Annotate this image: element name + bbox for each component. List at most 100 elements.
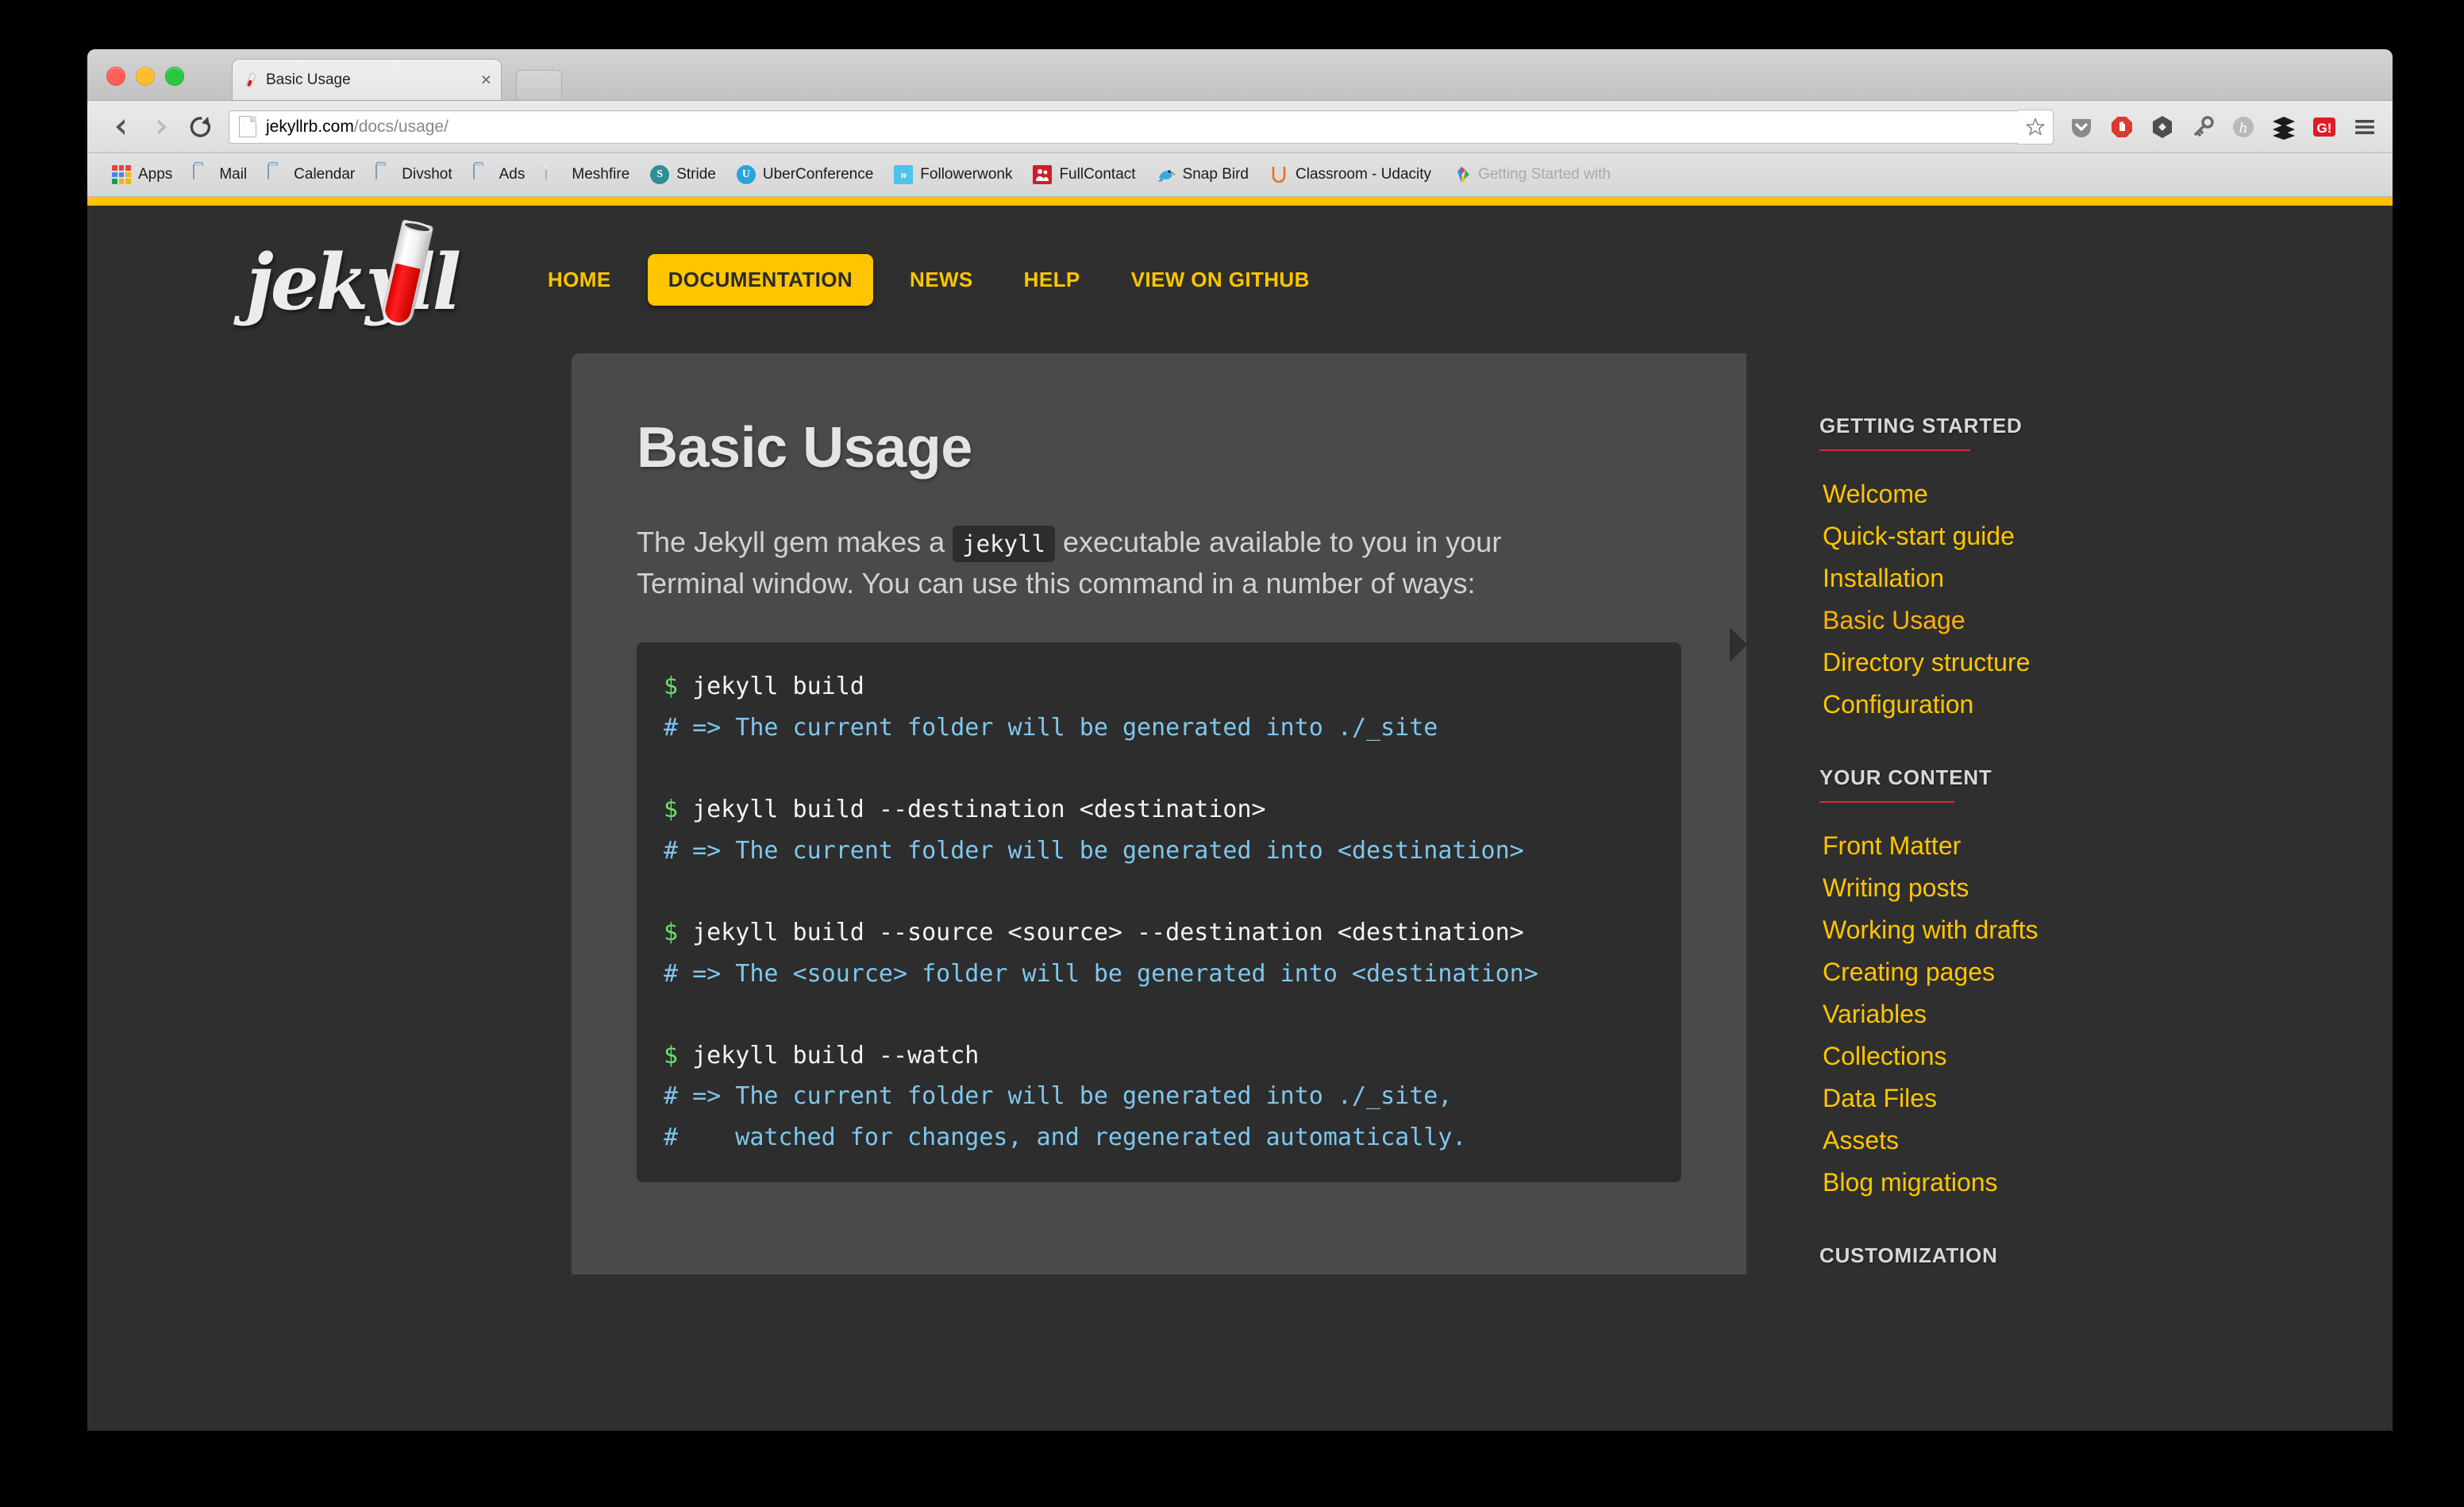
minimize-window-button[interactable] [136,67,155,86]
bookmark-label: Calendar [294,166,356,183]
reload-icon[interactable] [181,107,221,147]
list-item: Assets [1823,1126,2239,1155]
list-item: Collections [1823,1042,2239,1071]
sidebar-item-blog-migrations[interactable]: Blog migrations [1823,1168,1998,1197]
inline-code-jekyll: jekyll [953,526,1055,562]
bookmark-fullcontact[interactable]: FullContact [1022,160,1145,190]
folder-icon [375,164,395,184]
sidebar-heading: CUSTOMIZATION [1819,1243,1998,1267]
g-badge-icon[interactable]: G! [2311,114,2338,141]
adblock-icon[interactable] [2108,114,2135,141]
list-item: Working with drafts [1823,915,2239,945]
menu-hamburger-icon[interactable] [2351,114,2378,141]
snapbird-bird-icon [1157,165,1176,184]
nav-item-view-on-github[interactable]: VIEW ON GITHUB [1106,268,1335,292]
sidebar-item-configuration[interactable]: Configuration [1823,690,1973,719]
bookmark-label: Ads [499,166,526,183]
active-item-pointer [1730,627,1747,662]
close-icon[interactable]: × [476,71,491,89]
folder-icon [268,164,287,184]
bookmark-divshot[interactable]: Divshot [365,160,462,190]
list-item: Configuration [1823,690,2239,719]
back-icon[interactable] [102,107,141,147]
list-item: Variables [1823,1000,2239,1029]
code-prompt: $ [664,796,679,824]
sidebar-item-basic-usage[interactable]: Basic Usage [1823,606,1965,634]
bookmark-mail[interactable]: Mail [183,160,257,190]
forward-icon[interactable] [141,107,181,147]
maximize-window-button[interactable] [165,67,184,86]
sidebar-item-data-files[interactable]: Data Files [1823,1084,1937,1112]
sidebar-item-welcome[interactable]: Welcome [1823,480,1928,508]
bookmark-label: Meshfire [572,166,630,183]
svg-text:G!: G! [2317,121,2332,136]
sidebar-item-creating-pages[interactable]: Creating pages [1823,958,1995,986]
sidebar-item-directory-structure[interactable]: Directory structure [1823,648,2030,676]
sidebar-rule [1819,449,1970,451]
bookmarks-bar: Apps Mail Calendar Divshot Ads Meshfire … [87,153,2393,197]
bookmark-stride[interactable]: S Stride [640,160,726,190]
bookmark-star-icon[interactable] [2018,109,2054,145]
buffer-layers-icon[interactable] [2270,114,2297,141]
code-prompt: $ [664,673,679,701]
code-prompt: $ [664,1041,679,1070]
sidebar-heading: YOUR CONTENT [1819,765,1992,789]
jekyll-test-tube-icon [242,71,260,89]
bookmark-label: Divshot [402,166,452,183]
document-icon [545,164,564,184]
pocket-icon[interactable] [2068,114,2095,141]
bookmark-followerwonk[interactable]: » Followerwonk [884,160,1022,190]
nav-item-home[interactable]: HOME [522,268,637,292]
sidebar-heading: GETTING STARTED [1819,414,2023,437]
bookmark-snap-bird[interactable]: Snap Bird [1146,160,1259,190]
bookmark-label: Getting Started with [1478,166,1611,183]
bookmark-meshfire[interactable]: Meshfire [535,160,640,190]
bookmark-classroom-udacity[interactable]: Classroom - Udacity [1259,160,1442,190]
url-host: jekyllrb.com [266,117,354,136]
sidebar-item-working-with-drafts[interactable]: Working with drafts [1823,915,2039,944]
browser-tab[interactable]: Basic Usage × [232,59,502,100]
fullcontact-people-icon [1033,165,1053,184]
bookmark-ads[interactable]: Ads [463,160,536,190]
sidebar-item-front-matter[interactable]: Front Matter [1823,831,1961,860]
code-comment: # => The current folder will be generate… [664,713,1438,742]
bookmark-label: Mail [219,166,248,183]
sidebar-item-variables[interactable]: Variables [1823,1000,1927,1028]
sidebar-item-writing-posts[interactable]: Writing posts [1823,873,1969,902]
sidebar-item-installation[interactable]: Installation [1823,564,1944,592]
new-tab-button[interactable] [516,70,562,99]
nav-item-help[interactable]: HELP [999,268,1106,292]
sidebar-list: Welcome Quick-start guide Installation B… [1819,480,2239,719]
jekyll-logo[interactable]: jekyll [246,218,461,331]
bookmark-label: Classroom - Udacity [1296,166,1432,183]
code-block: $ jekyll build # => The current folder w… [637,642,1681,1182]
code-prompt: $ [664,918,679,946]
intro-text-before: The Jekyll gem makes a [637,526,945,558]
bookmark-apps[interactable]: Apps [102,160,183,190]
sidebar-item-collections[interactable]: Collections [1823,1042,1947,1070]
bookmark-uberconference[interactable]: U UberConference [726,160,884,190]
sidebar-item-assets[interactable]: Assets [1823,1126,1899,1154]
extension-icons: h G! [2054,114,2378,141]
key-icon[interactable] [2189,114,2216,141]
sidebar-item-quick-start-guide[interactable]: Quick-start guide [1823,522,2015,550]
code-comment: # watched for changes, and regenerated a… [664,1123,1467,1151]
stride-s-icon: S [650,165,670,184]
bookmark-getting-started[interactable]: Getting Started with [1442,160,1621,190]
bookmark-label: Stride [676,166,716,183]
list-item: Installation [1823,564,2239,593]
code-command: jekyll build [678,673,864,701]
browser-toolbar: jekyllrb.com/docs/usage/ h G! [87,101,2393,153]
h-circle-icon[interactable]: h [2230,114,2257,141]
nav-item-news[interactable]: NEWS [884,268,999,292]
apps-grid-icon [112,165,131,184]
sidebar-rule [1819,801,1954,803]
site-main-nav: HOME DOCUMENTATION NEWS HELP VIEW ON GIT… [522,253,1335,306]
nav-item-documentation[interactable]: DOCUMENTATION [647,253,874,306]
close-window-button[interactable] [106,67,125,86]
address-bar[interactable]: jekyllrb.com/docs/usage/ [229,110,2019,144]
page-document-icon [239,116,256,137]
bookmark-calendar[interactable]: Calendar [257,160,365,190]
google-developers-icon [1452,165,1471,184]
hexagon-diamond-icon[interactable] [2149,114,2176,141]
